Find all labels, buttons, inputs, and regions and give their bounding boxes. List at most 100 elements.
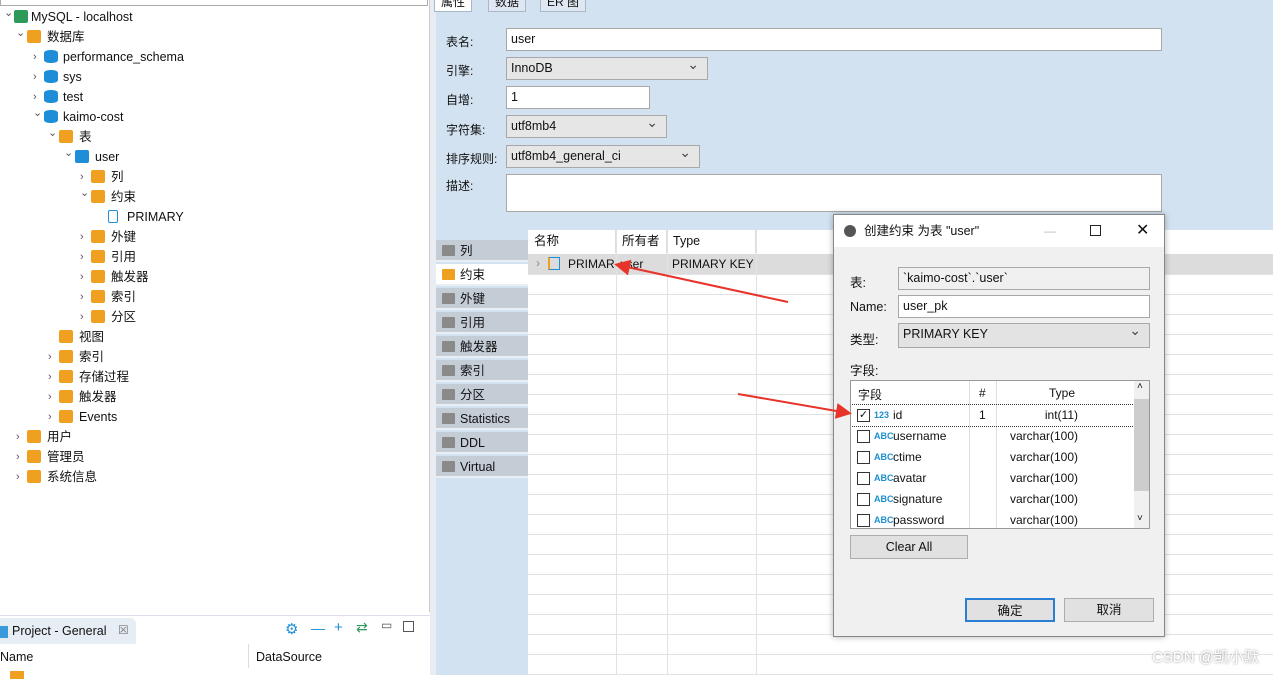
field-row[interactable]: ABC password varchar(100) bbox=[851, 510, 1134, 528]
add-icon[interactable]: + bbox=[334, 619, 343, 636]
side-tab-3[interactable]: 引用 bbox=[436, 312, 528, 334]
field-row[interactable]: ABC signature varchar(100) bbox=[851, 489, 1134, 510]
col-header-datasource[interactable]: DataSource bbox=[256, 650, 322, 664]
tree-item[interactable]: › performance_schema bbox=[0, 47, 428, 67]
side-tab-6[interactable]: 分区 bbox=[436, 384, 528, 406]
project-tab[interactable]: Project - General ☒ bbox=[0, 618, 136, 644]
tree-item[interactable]: › 索引 bbox=[0, 287, 428, 307]
tree-item[interactable]: › test bbox=[0, 87, 428, 107]
chevron-down-icon[interactable]: ⌄ bbox=[64, 143, 74, 163]
fields-col-header-field[interactable]: 字段 bbox=[858, 386, 882, 403]
chevron-right-icon[interactable]: › bbox=[80, 287, 90, 307]
chevron-right-icon[interactable]: › bbox=[80, 267, 90, 287]
chevron-right-icon[interactable]: › bbox=[16, 447, 26, 467]
tree-item[interactable]: ⌄ 约束 bbox=[0, 187, 428, 207]
field-checkbox[interactable] bbox=[857, 451, 870, 464]
chevron-right-icon[interactable]: › bbox=[80, 247, 90, 267]
auto-increment-input[interactable]: 1 bbox=[506, 86, 650, 109]
field-checkbox[interactable] bbox=[857, 472, 870, 485]
tree-item[interactable]: ⌄ user bbox=[0, 147, 428, 167]
maximize-panel-icon[interactable] bbox=[403, 621, 414, 632]
field-row[interactable]: ✓ 123 id 1 int(11) bbox=[851, 404, 1135, 427]
side-tab-4[interactable]: 触发器 bbox=[436, 336, 528, 358]
field-row[interactable]: ABC username varchar(100) bbox=[851, 426, 1134, 447]
chevron-right-icon[interactable]: › bbox=[16, 427, 26, 447]
tab-data[interactable]: 数据 bbox=[488, 0, 527, 12]
col-header-owner[interactable]: 所有者 bbox=[616, 230, 667, 253]
tree-item[interactable]: ⌄ 数据库 bbox=[0, 27, 428, 47]
field-checkbox[interactable] bbox=[857, 493, 870, 506]
fields-col-header-num[interactable]: # bbox=[979, 386, 986, 400]
constraint-type-select[interactable]: PRIMARY KEY bbox=[898, 320, 1150, 348]
chevron-down-icon[interactable]: ⌄ bbox=[16, 23, 26, 43]
description-textarea[interactable] bbox=[506, 174, 1162, 212]
field-row[interactable]: ABC avatar varchar(100) bbox=[851, 468, 1134, 489]
chevron-down-icon[interactable]: ⌄ bbox=[48, 123, 58, 143]
dialog-titlebar[interactable]: 创建约束 为表 "user" — ✕ bbox=[834, 215, 1164, 247]
side-tab-5[interactable]: 索引 bbox=[436, 360, 528, 382]
side-tab-9[interactable]: Virtual bbox=[436, 456, 528, 478]
tree-item[interactable]: › 存储过程 bbox=[0, 367, 428, 387]
chevron-right-icon[interactable]: › bbox=[48, 387, 58, 407]
table-name-input[interactable]: user bbox=[506, 28, 1162, 51]
chevron-right-icon[interactable]: › bbox=[48, 407, 58, 427]
fields-scrollbar[interactable]: ˄ ˅ bbox=[1134, 381, 1149, 528]
minimize-panel-icon[interactable]: ▭ bbox=[381, 618, 392, 632]
chevron-down-icon[interactable]: ⌄ bbox=[33, 103, 43, 123]
ok-button[interactable]: 确定 bbox=[965, 598, 1055, 622]
side-tab-8[interactable]: DDL bbox=[436, 432, 528, 454]
chevron-right-icon[interactable]: › bbox=[33, 67, 43, 87]
tree-item[interactable]: ⌄ MySQL - localhost bbox=[0, 7, 428, 27]
chevron-right-icon[interactable]: › bbox=[48, 347, 58, 367]
cancel-button[interactable]: 取消 bbox=[1064, 598, 1154, 622]
chevron-right-icon[interactable]: › bbox=[16, 467, 26, 487]
tree-item[interactable]: › 用户 bbox=[0, 427, 428, 447]
tree-item[interactable]: › 触发器 bbox=[0, 387, 428, 407]
scroll-up-icon[interactable]: ˄ bbox=[1137, 381, 1143, 392]
field-row[interactable]: ABC ctime varchar(100) bbox=[851, 447, 1134, 468]
tree-item[interactable]: › sys bbox=[0, 67, 428, 87]
tree-item[interactable]: 视图 bbox=[0, 327, 428, 347]
tree-item[interactable]: › 管理员 bbox=[0, 447, 428, 467]
clear-all-button[interactable]: Clear All bbox=[850, 535, 968, 559]
col-header-type[interactable]: Type bbox=[667, 230, 756, 253]
field-checkbox[interactable]: ✓ bbox=[857, 409, 870, 422]
link-icon[interactable]: ⇄ bbox=[356, 619, 368, 636]
tree-item[interactable]: › 触发器 bbox=[0, 267, 428, 287]
tree-item[interactable]: › 分区 bbox=[0, 307, 428, 327]
chevron-down-icon[interactable]: ⌄ bbox=[4, 3, 14, 23]
expand-chevron-icon[interactable]: › bbox=[536, 256, 540, 270]
scroll-down-icon[interactable]: ˅ bbox=[1137, 513, 1143, 524]
tab-er-diagram[interactable]: ER 图 bbox=[540, 0, 587, 12]
side-tab-0[interactable]: 列 bbox=[436, 240, 528, 262]
close-icon[interactable]: ✕ bbox=[1136, 215, 1149, 247]
collation-select[interactable]: utf8mb4_general_ci bbox=[506, 142, 700, 168]
scrollbar-thumb[interactable] bbox=[1134, 399, 1149, 491]
tree-item[interactable]: › 引用 bbox=[0, 247, 428, 267]
tree-item[interactable]: › 索引 bbox=[0, 347, 428, 367]
side-tab-7[interactable]: Statistics bbox=[436, 408, 528, 430]
engine-select[interactable]: InnoDB bbox=[506, 54, 708, 80]
chevron-right-icon[interactable]: › bbox=[48, 367, 58, 387]
tree-item[interactable]: › 列 bbox=[0, 167, 428, 187]
tree-item[interactable]: ⌄ kaimo-cost bbox=[0, 107, 428, 127]
col-header-name[interactable]: 名称 bbox=[528, 230, 616, 253]
gear-icon[interactable]: ⚙ bbox=[285, 620, 298, 638]
chevron-right-icon[interactable]: › bbox=[80, 307, 90, 327]
maximize-icon[interactable] bbox=[1090, 225, 1101, 236]
minimize-icon[interactable]: — bbox=[1044, 215, 1056, 247]
tree-item[interactable]: › Events bbox=[0, 407, 428, 427]
close-tab-icon[interactable]: ☒ bbox=[118, 623, 129, 637]
collapse-icon[interactable]: — bbox=[311, 620, 325, 636]
tree-item[interactable]: PRIMARY bbox=[0, 207, 428, 227]
col-header-name[interactable]: Name bbox=[0, 650, 33, 664]
chevron-right-icon[interactable]: › bbox=[80, 227, 90, 247]
side-tab-1[interactable]: 约束 bbox=[436, 264, 528, 286]
tree-item[interactable]: › 系统信息 bbox=[0, 467, 428, 487]
tree-item[interactable]: › 外键 bbox=[0, 227, 428, 247]
charset-select[interactable]: utf8mb4 bbox=[506, 112, 667, 138]
chevron-right-icon[interactable]: › bbox=[33, 47, 43, 67]
field-checkbox[interactable] bbox=[857, 514, 870, 527]
navigator-filter-input[interactable] bbox=[0, 0, 428, 6]
fields-col-header-type[interactable]: Type bbox=[1049, 386, 1075, 400]
